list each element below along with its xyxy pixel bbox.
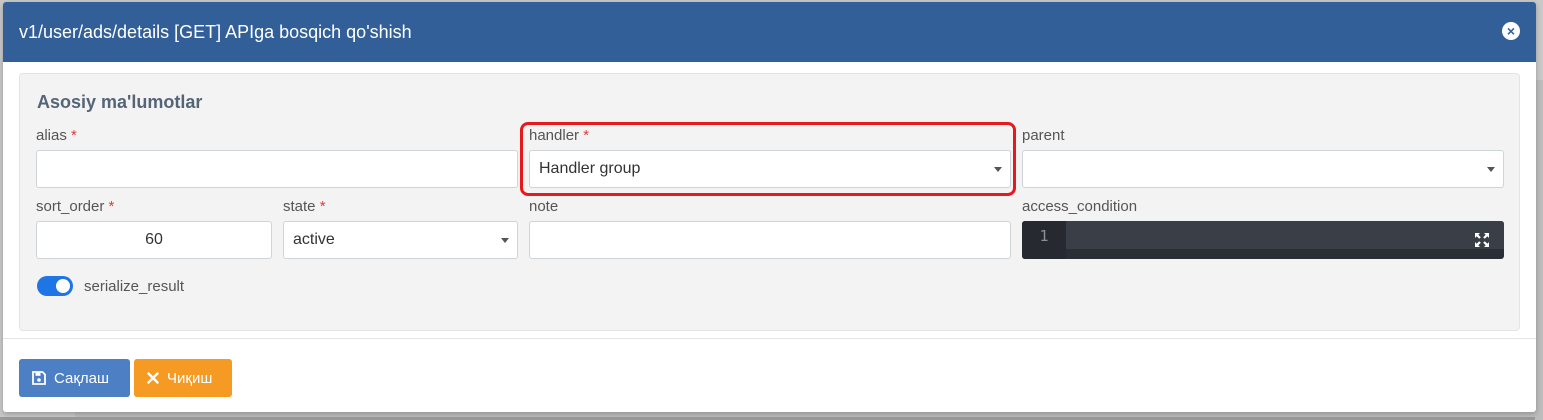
close-icon[interactable]: × bbox=[1502, 22, 1520, 40]
required-mark: * bbox=[71, 127, 77, 144]
section-title: Asosiy ma'lumotlar bbox=[37, 92, 203, 112]
form-card: Asosiy ma'lumotlar alias * handler * Han… bbox=[19, 73, 1520, 331]
exit-button[interactable]: Чиқиш bbox=[134, 359, 232, 397]
parent-select[interactable] bbox=[1022, 150, 1504, 188]
serialize-result-row: serialize_result bbox=[37, 276, 184, 296]
background-column bbox=[1535, 80, 1543, 420]
modal-title: v1/user/ads/details [GET] APIga bosqich … bbox=[19, 21, 412, 42]
required-mark: * bbox=[583, 127, 590, 144]
active-line bbox=[1066, 221, 1504, 249]
floppy-disk-icon bbox=[32, 371, 46, 385]
alias-input[interactable] bbox=[36, 150, 518, 188]
save-button-label: Сақлаш bbox=[54, 369, 110, 387]
line-number-gutter: 1 bbox=[1022, 221, 1066, 259]
expand-icon[interactable] bbox=[1474, 232, 1490, 248]
save-button[interactable]: Сақлаш bbox=[19, 359, 130, 397]
handler-field: handler * Handler group bbox=[529, 126, 1011, 188]
toggle-knob bbox=[56, 279, 70, 293]
sort-order-label: sort_order bbox=[36, 198, 105, 215]
note-field: note bbox=[529, 197, 1011, 259]
modal-header: v1/user/ads/details [GET] APIga bosqich … bbox=[3, 2, 1536, 62]
access-condition-editor[interactable]: 1 bbox=[1022, 221, 1504, 259]
handler-label: handler bbox=[529, 127, 580, 144]
state-select[interactable]: active bbox=[283, 221, 518, 259]
state-field: state * active bbox=[283, 197, 518, 259]
modal-body: Asosiy ma'lumotlar alias * handler * Han… bbox=[3, 62, 1536, 340]
handler-select-value: Handler group bbox=[539, 160, 641, 177]
caret-down-icon bbox=[501, 238, 509, 243]
x-icon bbox=[147, 372, 159, 384]
parent-label: parent bbox=[1022, 127, 1065, 144]
alias-label: alias bbox=[36, 127, 67, 144]
state-select-value: active bbox=[293, 231, 335, 248]
handler-select[interactable]: Handler group bbox=[529, 150, 1011, 188]
caret-down-icon bbox=[1487, 167, 1495, 172]
caret-down-icon bbox=[994, 167, 1002, 172]
modal-footer: Сақлаш Чиқиш bbox=[3, 338, 1536, 412]
required-mark: * bbox=[108, 198, 115, 215]
alias-field: alias * bbox=[36, 126, 518, 188]
access-condition-label: access_condition bbox=[1022, 198, 1138, 215]
exit-button-label: Чиқиш bbox=[167, 369, 213, 387]
serialize-result-toggle[interactable] bbox=[37, 276, 73, 296]
note-input[interactable] bbox=[529, 221, 1011, 259]
access-condition-field: access_condition 1 bbox=[1022, 197, 1504, 259]
modal-dialog: v1/user/ads/details [GET] APIga bosqich … bbox=[3, 2, 1536, 412]
sort-order-input[interactable]: 60 bbox=[36, 221, 272, 259]
sort-order-field: sort_order * 60 bbox=[36, 197, 272, 259]
state-label: state bbox=[283, 198, 316, 215]
serialize-result-label: serialize_result bbox=[84, 277, 185, 295]
required-mark: * bbox=[319, 198, 326, 215]
parent-field: parent bbox=[1022, 126, 1504, 188]
note-label: note bbox=[529, 198, 559, 215]
